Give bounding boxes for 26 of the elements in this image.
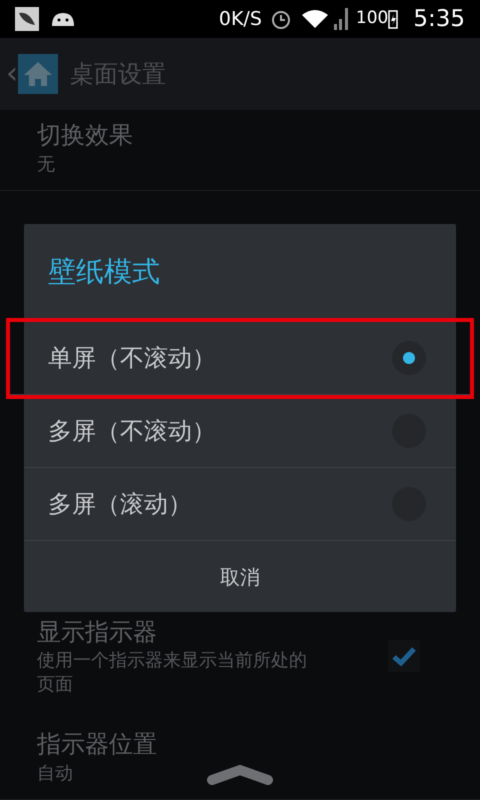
setting-title: 显示指示器 — [37, 617, 157, 648]
setting-summary: 使用一个指示器来显示当前所处的页面 — [37, 649, 308, 697]
radio-option[interactable]: 单屏（不滚动） — [10, 322, 470, 395]
setting-summary: 自动 — [37, 762, 73, 786]
radio-option[interactable]: 多屏（滚动） — [24, 468, 456, 541]
home-icon — [18, 54, 58, 94]
alarm-icon — [270, 8, 292, 30]
setting-title: 切换效果 — [37, 120, 133, 151]
screen-title: 桌面设置 — [70, 59, 166, 90]
check-icon — [391, 646, 417, 666]
signal-icon — [334, 8, 350, 30]
battery-level: 100 — [356, 7, 388, 30]
setting-summary: 无 — [37, 153, 55, 177]
wifi-icon — [302, 9, 328, 29]
dialog-title: 壁纸模式 — [48, 254, 160, 290]
peapod-icon — [15, 7, 39, 31]
setting-title: 指示器位置 — [37, 729, 157, 760]
checkbox[interactable] — [388, 640, 420, 672]
network-speed: 0K/S — [218, 6, 262, 32]
android-icon — [50, 10, 76, 28]
radio-button[interactable] — [392, 341, 426, 375]
battery-icon — [388, 9, 398, 29]
chevron-up-icon — [207, 763, 273, 785]
clock: 5:35 — [413, 4, 465, 34]
radio-option[interactable]: 多屏（不滚动） — [24, 395, 456, 468]
cancel-button[interactable]: 取消 — [24, 541, 456, 612]
